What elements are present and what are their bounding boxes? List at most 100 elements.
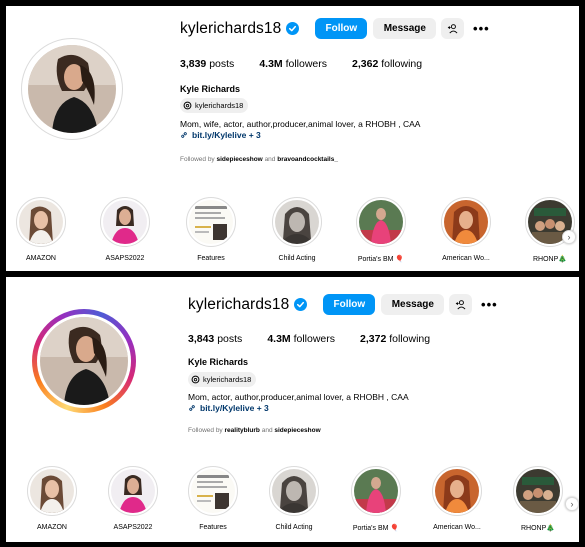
bio-text: Mom, actor, author,producer,animal lover… (188, 392, 409, 402)
highlight-portias-bm[interactable]: Portia's BM 🎈 (341, 466, 411, 532)
highlight-american-woman[interactable]: American Wo... (422, 466, 492, 531)
bio-link-text: bit.ly/Kylelive + 3 (200, 403, 269, 413)
bio-link[interactable]: bit.ly/Kylelive + 3 (180, 130, 261, 140)
followed-by-and: and (261, 427, 273, 434)
next-arrow-icon[interactable]: › (565, 497, 579, 511)
highlight-label: AMAZON (37, 524, 67, 531)
profile-stats: 3,843 posts 4.3M followers 2,372 followi… (188, 333, 455, 345)
followed-by-user: sidepieceshow (216, 156, 263, 163)
bio-text: Mom, wife, actor, author,producer,animal… (180, 119, 421, 129)
profile-avatar-inner (37, 314, 131, 408)
highlight-ring (513, 466, 563, 516)
follow-button[interactable]: Follow (323, 294, 376, 315)
profile-photo (28, 45, 116, 133)
highlight-amazon[interactable]: AMAZON (17, 466, 87, 531)
following-label: following (381, 58, 423, 70)
highlight-label: Features (197, 255, 225, 262)
full-name: Kyle Richards (180, 84, 241, 94)
followed-by[interactable]: Followed by sidepieceshow and bravoandco… (180, 156, 338, 163)
highlight-ring (351, 466, 401, 516)
highlight-features[interactable]: Features (178, 466, 248, 531)
following-label: following (389, 333, 431, 345)
followed-by-prefix: Followed by (188, 427, 223, 434)
highlight-image (19, 200, 63, 244)
highlight-label: Features (199, 524, 227, 531)
followed-by-user: sidepieceshow (274, 427, 321, 434)
highlight-ring (108, 466, 158, 516)
full-name: Kyle Richards (188, 357, 249, 367)
profile-avatar[interactable] (21, 38, 123, 140)
highlight-asaps2022[interactable]: ASAPS2022 (98, 466, 168, 531)
threads-badge[interactable]: kylerichards18 (180, 98, 249, 113)
highlight-image (516, 469, 560, 513)
profile-photo-image (40, 317, 128, 405)
following-count: 2,372 (360, 333, 387, 345)
bio-link-text: bit.ly/Kylelive + 3 (192, 130, 261, 140)
highlight-image (30, 469, 74, 513)
highlight-image (103, 200, 147, 244)
threads-handle: kylerichards18 (195, 101, 244, 110)
highlight-label: AMAZON (26, 255, 56, 262)
highlight-ring (100, 197, 150, 247)
highlight-ring (269, 466, 319, 516)
follow-button[interactable]: Follow (315, 18, 368, 39)
username: kylerichards18 (188, 295, 290, 313)
threads-handle: kylerichards18 (203, 375, 252, 384)
profile-avatar-story-ring[interactable] (32, 309, 136, 413)
next-arrow-icon[interactable]: › (562, 230, 576, 244)
link-icon (181, 132, 187, 138)
message-button[interactable]: Message (381, 294, 445, 315)
highlight-features[interactable]: Features (176, 197, 246, 262)
posts-count: 3,843 (188, 333, 215, 345)
bio-link[interactable]: bit.ly/Kylelive + 3 (188, 403, 269, 413)
verified-badge-icon (294, 298, 308, 311)
profile-photo-image (28, 45, 116, 133)
followers-count: 4.3M (267, 333, 291, 345)
suggest-users-button[interactable] (441, 18, 465, 39)
posts-label: posts (209, 58, 235, 70)
highlight-ring (432, 466, 482, 516)
highlight-portias-bm[interactable]: Portia's BM 🎈 (346, 197, 416, 263)
highlight-ring (186, 197, 236, 247)
highlight-label: American Wo... (442, 255, 490, 262)
followers-label: followers (293, 333, 336, 345)
more-options-button[interactable]: ••• (469, 18, 493, 39)
threads-icon (191, 375, 200, 384)
following-count: 2,362 (352, 58, 379, 70)
threads-badge[interactable]: kylerichards18 (188, 372, 257, 387)
highlight-ring (356, 197, 406, 247)
more-options-button[interactable]: ••• (477, 294, 501, 315)
posts-count: 3,839 (180, 58, 207, 70)
highlight-image (272, 469, 316, 513)
highlight-label: American Wo... (433, 524, 481, 531)
profile-panel-top: kylerichards18 Follow Message ••• 3,839 … (6, 6, 579, 271)
threads-icon (183, 101, 192, 110)
highlight-image (435, 469, 479, 513)
followers-stat[interactable]: 4.3M followers (259, 58, 327, 70)
highlight-rhonp[interactable]: RHONP🎄 (515, 197, 585, 263)
highlight-image (191, 469, 235, 513)
suggest-users-button[interactable] (449, 294, 473, 315)
highlight-image (359, 200, 403, 244)
add-user-icon (456, 300, 466, 310)
highlight-ring (188, 466, 238, 516)
followed-by-user: bravoandcocktails_ (277, 156, 338, 163)
followed-by[interactable]: Followed by realityblurb and sidepiecesh… (188, 427, 321, 434)
following-stat[interactable]: 2,362 following (352, 58, 422, 70)
followers-stat[interactable]: 4.3M followers (267, 333, 335, 345)
message-button[interactable]: Message (373, 18, 437, 39)
highlight-rhonp[interactable]: RHONP🎄 (503, 466, 573, 532)
followed-by-and: and (264, 156, 276, 163)
username: kylerichards18 (180, 19, 282, 37)
highlight-label: Child Acting (278, 255, 316, 262)
followed-by-prefix: Followed by (180, 156, 215, 163)
highlight-american-woman[interactable]: American Wo... (431, 197, 501, 262)
highlight-asaps2022[interactable]: ASAPS2022 (90, 197, 160, 262)
highlight-child-acting[interactable]: Child Acting (262, 197, 332, 262)
highlight-child-acting[interactable]: Child Acting (259, 466, 329, 531)
followers-label: followers (285, 58, 328, 70)
posts-label: posts (217, 333, 243, 345)
highlight-amazon[interactable]: AMAZON (6, 197, 76, 262)
highlight-label: Child Acting (275, 524, 313, 531)
following-stat[interactable]: 2,372 following (360, 333, 430, 345)
